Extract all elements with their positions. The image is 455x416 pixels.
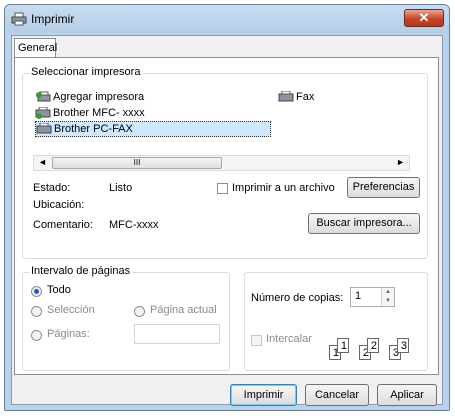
spin-arrows-icon[interactable]: ▲ ▼ <box>381 288 394 306</box>
location-label: Ubicación: <box>33 199 85 211</box>
print-dialog: Imprimir ✕ General Seleccionar impresora… <box>4 4 450 411</box>
scroll-left-icon[interactable]: ◄ <box>38 157 47 167</box>
pages-input[interactable] <box>134 324 220 344</box>
print-to-file-checkbox[interactable] <box>217 183 228 194</box>
horizontal-scrollbar[interactable]: ◄ III ► <box>33 155 410 171</box>
printer-list[interactable]: Agregar impresora Fax Brother MFC- xxxx … <box>33 88 410 138</box>
range-current-page-label[interactable]: Página actual <box>150 304 217 316</box>
window-title: Imprimir <box>31 12 75 26</box>
add-printer-icon <box>36 91 51 102</box>
collate-page: 3 <box>397 338 409 353</box>
collate-page: 1 <box>337 338 349 353</box>
range-current-page-radio[interactable] <box>134 306 145 317</box>
title-bar[interactable]: Imprimir ✕ <box>5 5 449 33</box>
scroll-thumb[interactable]: III <box>52 157 222 169</box>
collate-label[interactable]: Intercalar <box>266 333 312 345</box>
fax-icon <box>278 91 294 102</box>
collate-illustration: 1 1 2 2 3 3 <box>325 329 420 365</box>
printer-item-label: Brother MFC- xxxx <box>53 107 145 119</box>
preferences-button[interactable]: Preferencias <box>347 177 420 198</box>
range-all-label[interactable]: Todo <box>47 284 71 296</box>
print-to-file-label[interactable]: Imprimir a un archivo <box>232 182 335 194</box>
scroll-grip: III <box>133 158 141 167</box>
printer-item-fax[interactable]: Fax <box>278 90 314 104</box>
printer-item-label: Brother PC-FAX <box>54 123 133 135</box>
select-printer-group: Seleccionar impresora Agregar impresora <box>22 66 428 259</box>
comment-value: MFC-xxxx <box>109 219 159 231</box>
default-printer-icon <box>35 107 51 119</box>
status-value: Listo <box>109 182 133 194</box>
select-printer-legend: Seleccionar impresora <box>29 66 143 78</box>
copies-label: Número de copias: <box>251 292 344 304</box>
fax-icon <box>36 123 52 134</box>
comment-label: Comentario: <box>33 219 93 231</box>
collate-page: 2 <box>367 338 379 353</box>
close-button[interactable]: ✕ <box>404 9 444 27</box>
copies-spinner[interactable]: 1 ▲ ▼ <box>350 287 395 307</box>
printer-item-label: Fax <box>296 91 315 103</box>
cancel-button[interactable]: Cancelar <box>305 384 369 406</box>
page-range-legend: Intervalo de páginas <box>29 265 133 277</box>
copies-group: Número de copias: 1 ▲ ▼ Intercalar 1 1 2 … <box>244 272 428 371</box>
range-selection-label[interactable]: Selección <box>47 304 95 316</box>
tab-general[interactable]: General <box>14 38 57 58</box>
copies-value[interactable]: 1 <box>355 290 361 302</box>
printer-item-label: Agregar impresora <box>53 91 145 103</box>
printer-item-brother-mfc[interactable]: Brother MFC- xxxx <box>35 106 145 120</box>
print-button[interactable]: Imprimir <box>230 384 297 406</box>
apply-button[interactable]: Aplicar <box>377 384 437 406</box>
range-all-radio[interactable] <box>31 286 42 297</box>
printer-item-add[interactable]: Agregar impresora <box>35 90 144 104</box>
dialog-body: General Seleccionar impresora Agregar im… <box>11 35 443 406</box>
range-pages-radio[interactable] <box>31 330 42 341</box>
find-printer-button[interactable]: Buscar impresora... <box>308 213 420 234</box>
range-selection-radio[interactable] <box>31 306 42 317</box>
general-tab-panel: Seleccionar impresora Agregar impresora <box>14 57 439 375</box>
status-label: Estado: <box>33 182 71 194</box>
page-range-group: Intervalo de páginas Todo Selección Pági… <box>22 265 230 371</box>
scroll-right-icon[interactable]: ► <box>396 157 405 167</box>
range-pages-label[interactable]: Páginas: <box>47 328 90 340</box>
printer-item-brother-pcfax[interactable]: Brother PC-FAX <box>35 121 271 137</box>
collate-checkbox[interactable] <box>251 335 262 346</box>
printer-icon <box>11 12 27 26</box>
